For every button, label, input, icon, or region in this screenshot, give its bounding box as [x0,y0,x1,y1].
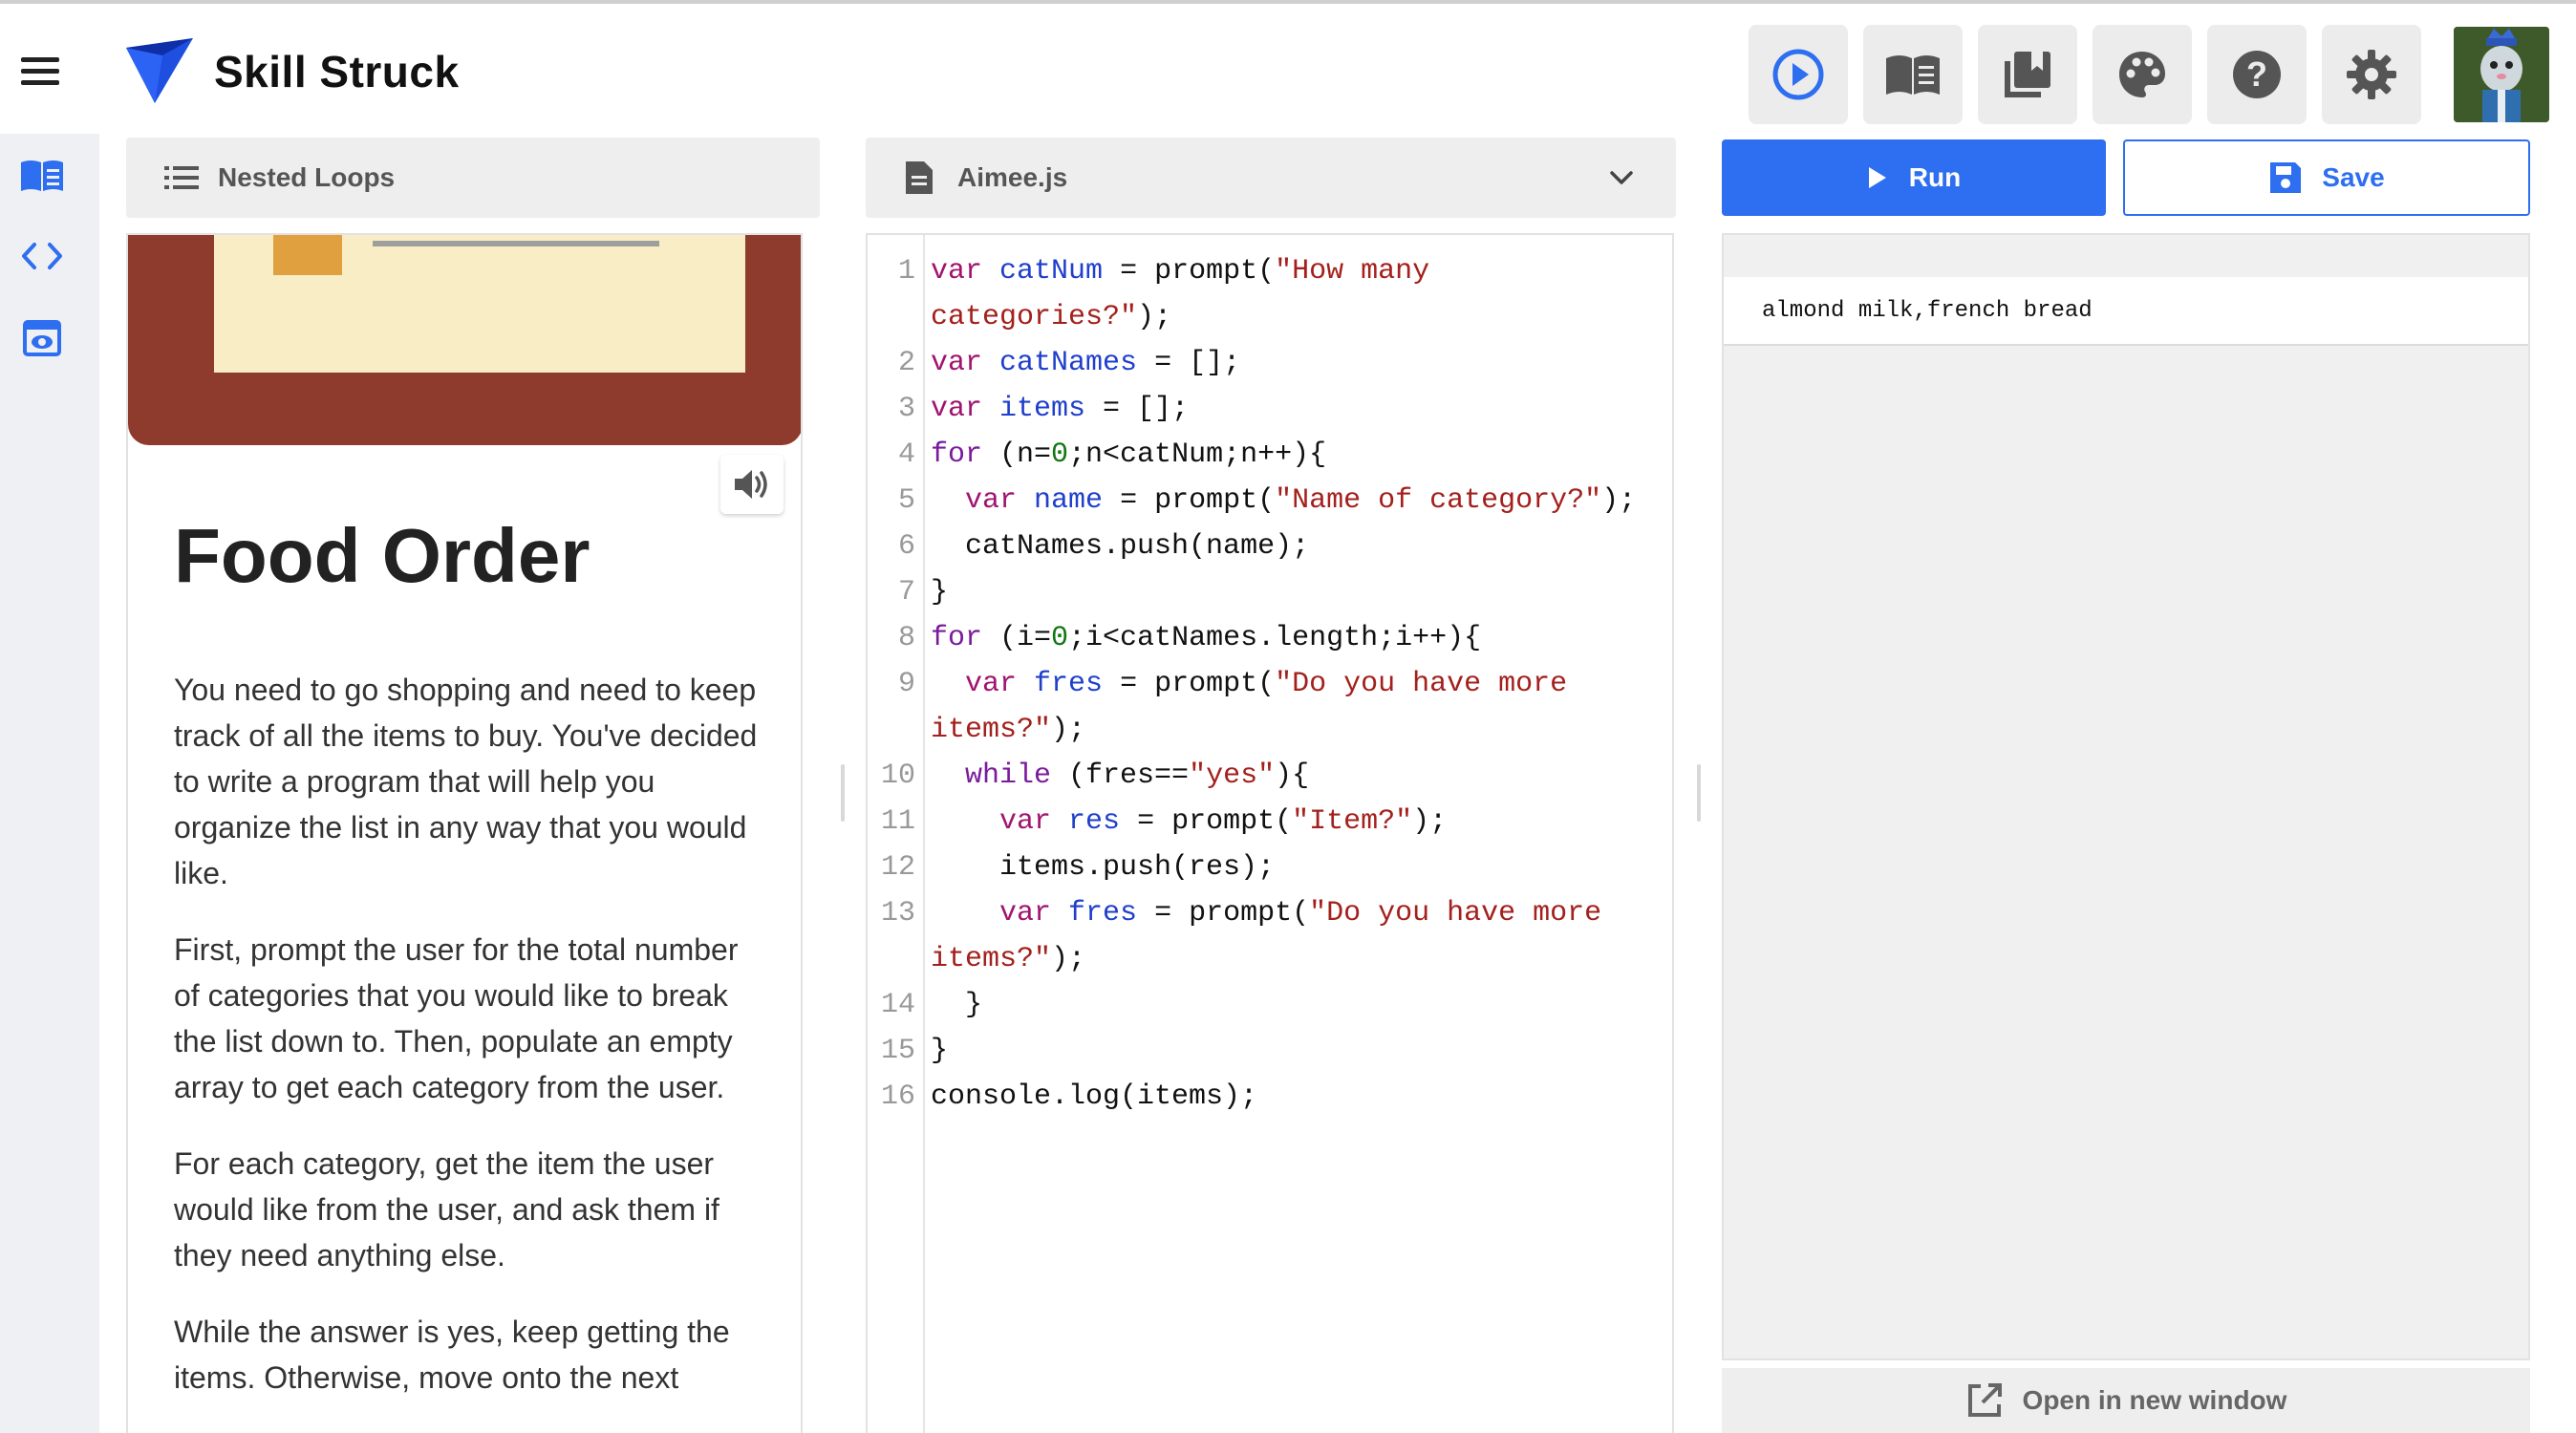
code-editor[interactable]: 1 var catNum = prompt("How many categori… [866,233,1674,1433]
line-number: 6 [897,530,915,563]
line-number: 14 [880,989,915,1021]
book-icon [21,160,63,191]
save-icon [2270,162,2302,193]
code-line: 13 var fres = prompt("Do you have more i… [868,890,1672,982]
console-line: almond milk,french bread [1724,277,2528,346]
library-icon [2005,52,2050,97]
help-button[interactable]: ? [2207,25,2307,124]
save-button[interactable]: Save [2123,139,2530,216]
run-preview-button[interactable] [1749,25,1848,124]
skill-struck-logo [126,38,193,103]
lesson-paragraph: While the answer is yes, keep getting th… [174,1315,730,1395]
app-header: Skill Struck ? [0,4,2576,134]
help-icon: ? [2233,51,2281,98]
lesson-paragraph: You need to go shopping and need to keep… [174,673,758,890]
code-tab[interactable] [19,233,65,279]
line-number: 4 [897,438,915,471]
line-number: 7 [897,576,915,609]
code-icon [22,243,62,269]
open-in-new-window-button[interactable]: Open in new window [1722,1368,2530,1433]
lesson-book-button[interactable] [1863,25,1963,124]
code-lines: 1 var catNum = prompt("How many categori… [868,248,1672,1120]
code-line: 12 items.push(res); [868,845,1672,890]
code-line: 7 } [868,569,1672,615]
library-button[interactable] [1978,25,2077,124]
lesson-paragraph: First, prompt the user for the total num… [174,932,739,1104]
side-rail [0,134,99,1433]
line-number: 16 [880,1080,915,1113]
code-line: 8 for (i=0;i<catNames.length;i++){ [868,615,1672,661]
code-line: 2 var catNames = []; [868,340,1672,386]
console-output: almond milk,french bread [1722,233,2530,1360]
code-line: 16 console.log(items); [868,1074,1672,1120]
theme-button[interactable] [2093,25,2192,124]
code-line: 4 for (n=0;n<catNum;n++){ [868,432,1672,478]
code-line: 9 var fres = prompt("Do you have more it… [868,661,1672,753]
line-number: 9 [897,668,915,700]
gear-icon [2347,50,2396,99]
read-aloud-button[interactable] [720,455,784,514]
line-number: 15 [880,1035,915,1067]
open-window-label: Open in new window [2022,1385,2287,1415]
code-line: 1 var catNum = prompt("How many categori… [868,248,1672,340]
code-line: 3 var items = []; [868,386,1672,432]
line-number: 12 [880,851,915,884]
play-circle-icon [1772,49,1824,100]
code-line: 10 while (fres=="yes"){ [868,753,1672,799]
list-icon [164,166,199,189]
lesson-panel: Food Order You need to go shopping and n… [126,233,803,1433]
file-name: Aimee.js [957,162,1068,192]
code-line: 6 catNames.push(name); [868,524,1672,569]
save-label: Save [2322,162,2385,192]
preview-tab[interactable] [19,315,65,361]
user-avatar[interactable] [2454,27,2549,122]
lesson-header: Nested Loops [126,138,820,218]
settings-button[interactable] [2322,25,2421,124]
code-line: 5 var name = prompt("Name of category?")… [868,478,1672,524]
book-open-icon [1886,55,1940,95]
lesson-instructions: You need to go shopping and need to keep… [174,667,766,1431]
line-number: 5 [897,484,915,517]
chevron-down-icon [1610,171,1633,184]
svg-text:?: ? [2246,54,2267,94]
line-number: 2 [897,347,915,379]
play-icon [1868,167,1886,188]
file-icon [906,161,933,194]
brand-name: Skill Struck [214,47,460,96]
line-number: 11 [880,805,915,838]
code-line: 11 var res = prompt("Item?"); [868,799,1672,845]
palette-icon [2119,52,2165,97]
lesson-resize-handle[interactable] [841,764,845,822]
run-button[interactable]: Run [1722,139,2106,216]
speaker-icon [735,470,767,499]
run-label: Run [1908,162,1962,192]
line-number: 1 [897,255,915,288]
line-number: 8 [897,622,915,654]
lesson-tab[interactable] [19,153,65,199]
line-number: 10 [880,759,915,792]
editor-resize-handle[interactable] [1697,764,1701,822]
lesson-paragraph: For each category, get the item the user… [174,1146,719,1273]
line-number: 3 [897,393,915,425]
file-selector[interactable]: Aimee.js [866,138,1676,218]
line-number: 13 [880,897,915,930]
lesson-topic: Nested Loops [218,162,396,192]
avatar-image [2454,27,2549,122]
preview-icon [23,320,61,356]
lesson-title: Food Order [174,513,590,598]
lesson-illustration [128,235,801,445]
code-line: 14 } [868,982,1672,1028]
menu-icon[interactable] [21,57,61,86]
external-link-icon [1967,1383,2002,1417]
code-line: 15 } [868,1028,1672,1074]
